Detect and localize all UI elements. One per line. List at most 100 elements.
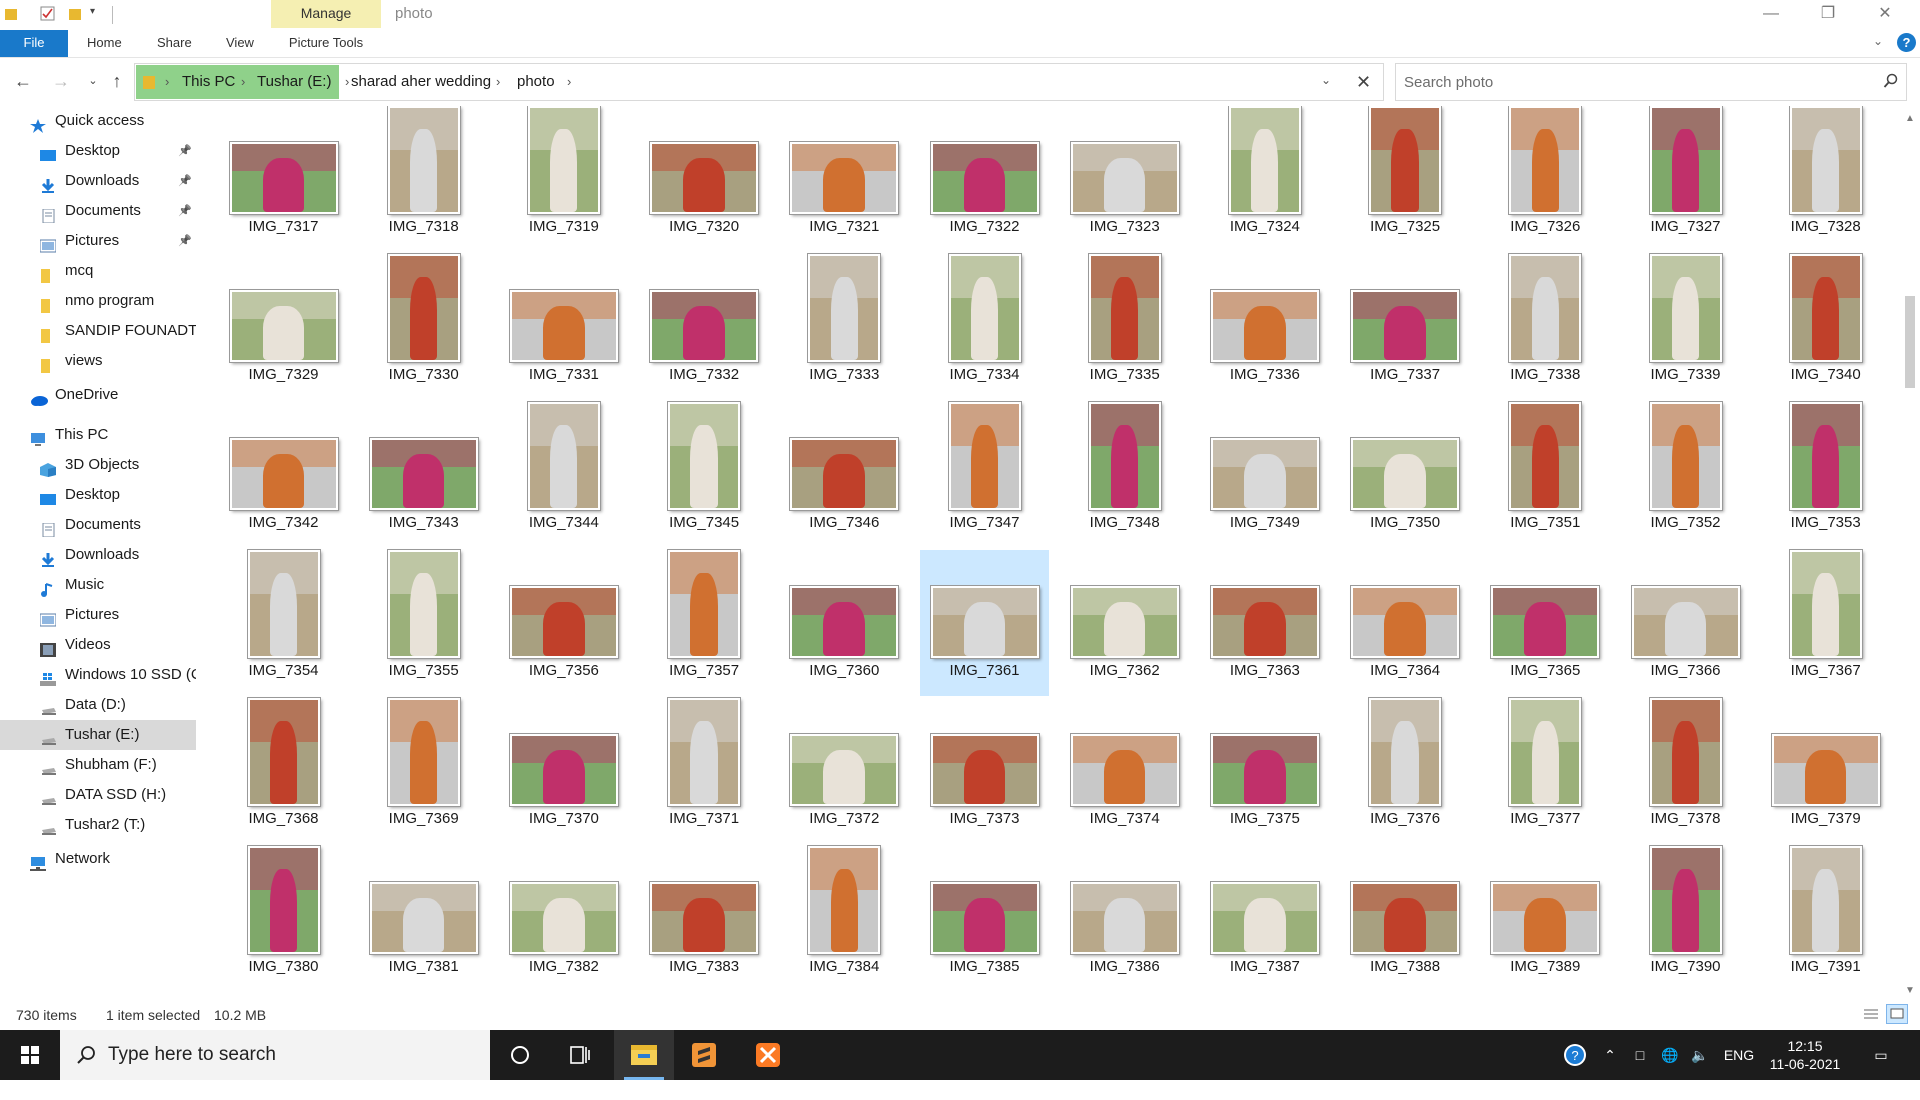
file-item[interactable]: IMG_7360 (780, 550, 909, 696)
file-item[interactable]: IMG_7362 (1060, 550, 1189, 696)
file-item[interactable]: IMG_7348 (1060, 402, 1189, 548)
start-button[interactable] (0, 1030, 60, 1080)
clock[interactable]: 12:15 11-06-2021 (1766, 1030, 1844, 1080)
file-item[interactable]: IMG_7380 (219, 846, 348, 992)
file-item[interactable]: IMG_7382 (499, 846, 628, 992)
file-item[interactable]: IMG_7353 (1761, 402, 1890, 548)
sidebar-item-quick-access[interactable]: Quick access (0, 106, 196, 136)
file-item[interactable]: IMG_7331 (499, 254, 628, 400)
help-tray-icon[interactable]: ? (1560, 1030, 1590, 1080)
file-item[interactable]: IMG_7337 (1341, 254, 1470, 400)
file-item[interactable]: IMG_7340 (1761, 254, 1890, 400)
sidebar-item-videos[interactable]: Videos (0, 630, 196, 660)
file-item[interactable]: IMG_7377 (1481, 698, 1610, 844)
file-item[interactable]: IMG_7339 (1621, 254, 1750, 400)
breadcrumb-wedding-folder[interactable]: sharad aher wedding (351, 64, 491, 100)
scroll-up-icon[interactable]: ▲ (1900, 110, 1920, 128)
file-item[interactable]: IMG_7387 (1200, 846, 1329, 992)
file-item[interactable]: IMG_7350 (1341, 402, 1470, 548)
tab-manage[interactable]: Manage (271, 0, 381, 28)
large-icons-view-button[interactable] (1886, 1004, 1908, 1024)
search-input[interactable] (1404, 64, 1844, 100)
file-item[interactable]: IMG_7342 (219, 402, 348, 548)
file-item[interactable]: IMG_7351 (1481, 402, 1610, 548)
address-bar[interactable]: › This PC › Tushar (E:) › sharad aher we… (134, 63, 1384, 101)
file-item[interactable]: IMG_7343 (359, 402, 488, 548)
details-view-button[interactable] (1860, 1004, 1882, 1024)
file-item[interactable]: IMG_7335 (1060, 254, 1189, 400)
file-item[interactable]: IMG_7355 (359, 550, 488, 696)
file-item[interactable]: IMG_7345 (640, 402, 769, 548)
sidebar-item-tushar2-t[interactable]: Tushar2 (T:) (0, 810, 196, 840)
file-item[interactable]: IMG_7381 (359, 846, 488, 992)
file-item[interactable]: IMG_7365 (1481, 550, 1610, 696)
tab-home[interactable]: Home (87, 30, 122, 57)
new-folder-icon[interactable] (68, 6, 84, 22)
file-item[interactable]: IMG_7388 (1341, 846, 1470, 992)
file-item[interactable]: IMG_7356 (499, 550, 628, 696)
file-item[interactable]: IMG_7371 (640, 698, 769, 844)
cortana-button[interactable] (490, 1030, 550, 1080)
sidebar-item-onedrive[interactable]: OneDrive (0, 380, 196, 410)
breadcrumb-photo[interactable]: photo (517, 64, 555, 100)
file-item[interactable]: IMG_7319 (499, 106, 628, 252)
scroll-down-icon[interactable]: ▼ (1900, 982, 1920, 1000)
file-item[interactable]: IMG_7321 (780, 106, 909, 252)
sidebar-item-sandip-founadti[interactable]: SANDIP FOUNADTI( (0, 316, 196, 346)
file-item[interactable]: IMG_7352 (1621, 402, 1750, 548)
notifications-icon[interactable]: ▭ (1866, 1030, 1896, 1080)
sidebar-item-downloads[interactable]: Downloads 📌 (0, 166, 196, 196)
sidebar-item-tushar-e[interactable]: Tushar (E:) (0, 720, 196, 750)
file-item[interactable]: IMG_7384 (780, 846, 909, 992)
close-button[interactable]: ✕ (1862, 0, 1908, 30)
file-item[interactable]: IMG_7390 (1621, 846, 1750, 992)
file-item[interactable]: IMG_7346 (780, 402, 909, 548)
file-item[interactable]: IMG_7318 (359, 106, 488, 252)
search-box[interactable] (1395, 63, 1907, 101)
sidebar-item-data-ssd-h[interactable]: DATA SSD (H:) (0, 780, 196, 810)
file-item[interactable]: IMG_7375 (1200, 698, 1329, 844)
sidebar-item-music[interactable]: Music (0, 570, 196, 600)
file-item[interactable]: IMG_7327 (1621, 106, 1750, 252)
sidebar-item-pictures[interactable]: Pictures (0, 600, 196, 630)
sidebar-item-desktop[interactable]: Desktop 📌 (0, 136, 196, 166)
file-item[interactable]: IMG_7385 (920, 846, 1049, 992)
properties-icon[interactable] (40, 6, 56, 22)
up-arrow-icon[interactable]: ↑ (106, 70, 128, 92)
address-dropdown-icon[interactable]: ⌄ (1321, 73, 1331, 87)
chevron-right-icon[interactable]: › (165, 64, 169, 100)
sidebar-item-mcq[interactable]: mcq (0, 256, 196, 286)
file-item[interactable]: IMG_7363 (1200, 550, 1329, 696)
sublime-text-taskbar-button[interactable] (674, 1030, 734, 1080)
chevron-right-icon[interactable]: › (241, 64, 245, 100)
sidebar-item-data-d[interactable]: Data (D:) (0, 690, 196, 720)
back-arrow-icon[interactable]: ← (12, 70, 34, 92)
file-item[interactable]: IMG_7330 (359, 254, 488, 400)
search-icon[interactable] (1883, 73, 1899, 93)
file-item[interactable]: IMG_7364 (1341, 550, 1470, 696)
file-item[interactable]: IMG_7325 (1341, 106, 1470, 252)
file-item[interactable]: IMG_7368 (219, 698, 348, 844)
file-item[interactable]: IMG_7357 (640, 550, 769, 696)
file-item[interactable]: IMG_7366 (1621, 550, 1750, 696)
file-explorer-taskbar-button[interactable] (614, 1030, 674, 1080)
customize-qat-icon[interactable]: ▾ (90, 6, 106, 22)
tab-picture-tools[interactable]: Picture Tools (271, 30, 381, 57)
file-item[interactable]: IMG_7322 (920, 106, 1049, 252)
help-icon[interactable]: ? (1897, 33, 1916, 52)
file-item[interactable]: IMG_7361 (920, 550, 1049, 696)
sidebar-item-views[interactable]: views (0, 346, 196, 376)
file-item[interactable]: IMG_7379 (1761, 698, 1890, 844)
network-tray-icon[interactable]: 🌐 (1658, 1030, 1682, 1080)
file-item[interactable]: IMG_7328 (1761, 106, 1890, 252)
file-item[interactable]: IMG_7324 (1200, 106, 1329, 252)
file-item[interactable]: IMG_7320 (640, 106, 769, 252)
file-item[interactable]: IMG_7386 (1060, 846, 1189, 992)
file-item[interactable]: IMG_7326 (1481, 106, 1610, 252)
tab-view[interactable]: View (226, 30, 254, 57)
forward-arrow-icon[interactable]: → (50, 70, 72, 92)
sidebar-item-network[interactable]: Network (0, 844, 196, 874)
file-item[interactable]: IMG_7367 (1761, 550, 1890, 696)
file-item[interactable]: IMG_7336 (1200, 254, 1329, 400)
battery-icon[interactable]: □ (1628, 1030, 1652, 1080)
